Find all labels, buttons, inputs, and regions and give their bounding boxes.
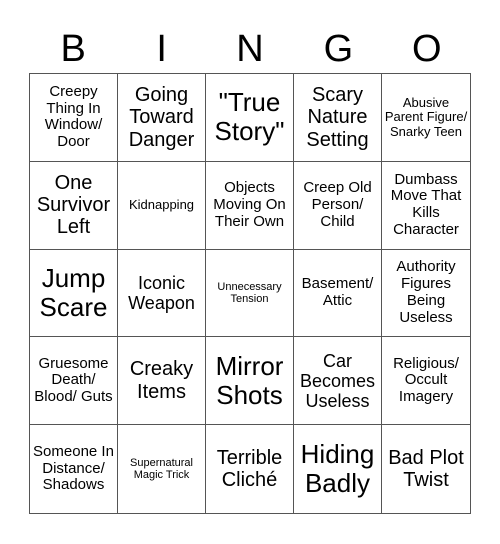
bingo-cell[interactable]: Going Toward Danger	[118, 74, 206, 162]
bingo-cell[interactable]: Scary Nature Setting	[294, 74, 382, 162]
bingo-cell[interactable]: Dumbass Move That Kills Character	[382, 162, 470, 250]
bingo-cell[interactable]: Basement/ Attic	[294, 249, 382, 338]
bingo-cell[interactable]: Someone In Distance/ Shadows	[30, 425, 118, 513]
bingo-cell[interactable]: Gruesome Death/ Blood/ Guts	[30, 337, 118, 426]
bingo-cell[interactable]: Mirror Shots	[206, 337, 294, 426]
header-letter-n: N	[236, 28, 264, 70]
bingo-cell[interactable]: Iconic Weapon	[118, 249, 206, 338]
bingo-cell[interactable]: Supernatural Magic Trick	[118, 425, 206, 513]
bingo-cell[interactable]: Creep Old Person/ Child	[294, 161, 382, 250]
bingo-cell[interactable]: Creepy Thing In Window/ Door	[30, 74, 118, 162]
bingo-cell[interactable]: Hiding Badly	[294, 425, 382, 513]
bingo-grid: Creepy Thing In Window/ Door Going Toward…	[29, 73, 471, 514]
bingo-cell[interactable]: Car Becomes Useless	[294, 337, 382, 426]
header-letter-b: B	[60, 28, 86, 70]
bingo-cell[interactable]: Objects Moving On Their Own	[206, 161, 294, 250]
bingo-cell[interactable]: Religious/ Occult Imagery	[382, 337, 470, 426]
bingo-cell[interactable]: Bad Plot Twist	[382, 425, 470, 513]
bingo-cell[interactable]: Unnecessary Tension	[206, 249, 294, 338]
bingo-cell[interactable]: One Survivor Left	[30, 161, 118, 250]
header-letter-o: O	[412, 28, 442, 70]
bingo-cell[interactable]: Creaky Items	[118, 337, 206, 426]
bingo-cell[interactable]: Jump Scare	[30, 249, 118, 338]
bingo-cell[interactable]: "True Story"	[206, 74, 294, 162]
bingo-header: B I N G O	[29, 26, 471, 72]
bingo-cell[interactable]: Terrible Cliché	[206, 425, 294, 513]
header-letter-g: G	[323, 28, 354, 70]
bingo-cell[interactable]: Abusive Parent Figure/ Snarky Teen	[382, 74, 470, 162]
header-letter-i: I	[156, 28, 167, 70]
bingo-cell[interactable]: Authority Figures Being Useless	[382, 250, 470, 338]
bingo-cell[interactable]: Kidnapping	[118, 161, 206, 250]
